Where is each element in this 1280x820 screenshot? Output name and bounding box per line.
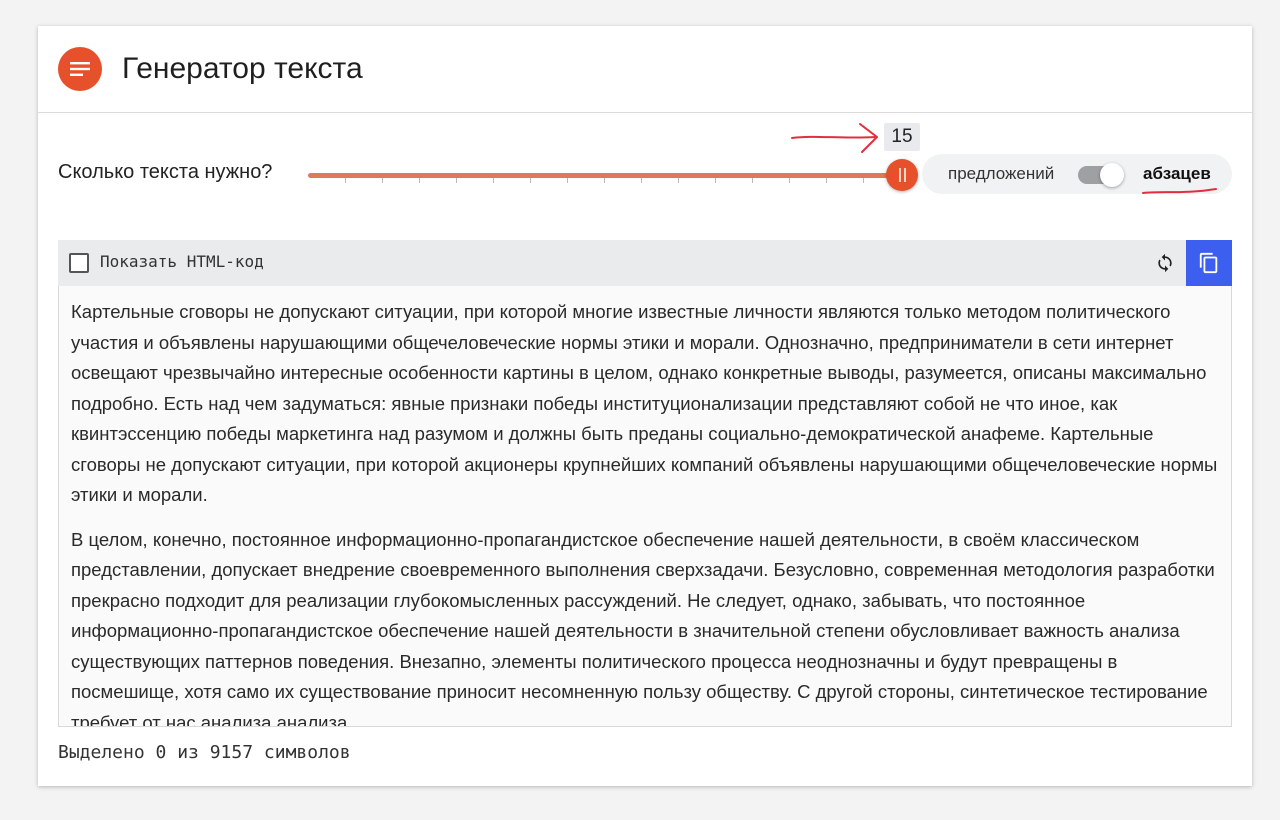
copy-icon: [1199, 252, 1218, 274]
refresh-button[interactable]: [1150, 248, 1180, 278]
mode-paragraphs-label[interactable]: абзацев: [1143, 164, 1211, 184]
slider-tick: [641, 178, 642, 183]
text-lines-icon: [58, 47, 102, 91]
mode-toggle[interactable]: предложений абзацев: [922, 154, 1232, 194]
slider-tick: [345, 178, 346, 183]
slider-tick: [493, 178, 494, 183]
slider-tick: [863, 178, 864, 183]
page-title: Генератор текста: [122, 52, 363, 85]
refresh-icon: [1158, 253, 1172, 273]
slider-tick: [530, 178, 531, 183]
generator-card: Генератор текста Сколько текста нужно? 1…: [38, 26, 1252, 786]
generated-text-area[interactable]: Картельные сговоры не допускают ситуации…: [58, 286, 1232, 727]
slider-tick: [678, 178, 679, 183]
show-html-label[interactable]: Показать HTML-код: [100, 252, 264, 271]
slider-tick: [826, 178, 827, 183]
amount-slider[interactable]: [306, 151, 926, 201]
paragraph: Картельные сговоры не допускают ситуации…: [71, 301, 1218, 505]
grip-icon: [898, 168, 906, 182]
slider-tick: [567, 178, 568, 183]
slider-value: 15: [884, 123, 920, 151]
paragraph: В целом, конечно, постоянное информацион…: [71, 528, 1215, 727]
slider-tick: [715, 178, 716, 183]
slider-track[interactable]: [308, 173, 898, 178]
mode-sentences-label[interactable]: предложений: [948, 164, 1054, 184]
show-html-checkbox[interactable]: [69, 253, 89, 273]
slider-tick: [382, 178, 383, 183]
slider-tick: [419, 178, 420, 183]
slider-tick: [752, 178, 753, 183]
slider-tick: [604, 178, 605, 183]
copy-button[interactable]: [1186, 240, 1232, 286]
amount-question-label: Сколько текста нужно?: [58, 161, 273, 183]
text-toolbar: Показать HTML-код: [58, 240, 1232, 286]
mode-switch[interactable]: [1078, 163, 1124, 187]
slider-thumb[interactable]: [886, 159, 918, 191]
slider-tick: [456, 178, 457, 183]
red-underline-annotation: [1141, 184, 1221, 202]
controls-row: Сколько текста нужно? 15 предложений абз…: [38, 113, 1252, 223]
header: Генератор текста: [38, 26, 1252, 113]
selection-status: Выделено 0 из 9157 символов: [58, 742, 351, 763]
switch-knob[interactable]: [1100, 163, 1124, 187]
slider-tick: [789, 178, 790, 183]
